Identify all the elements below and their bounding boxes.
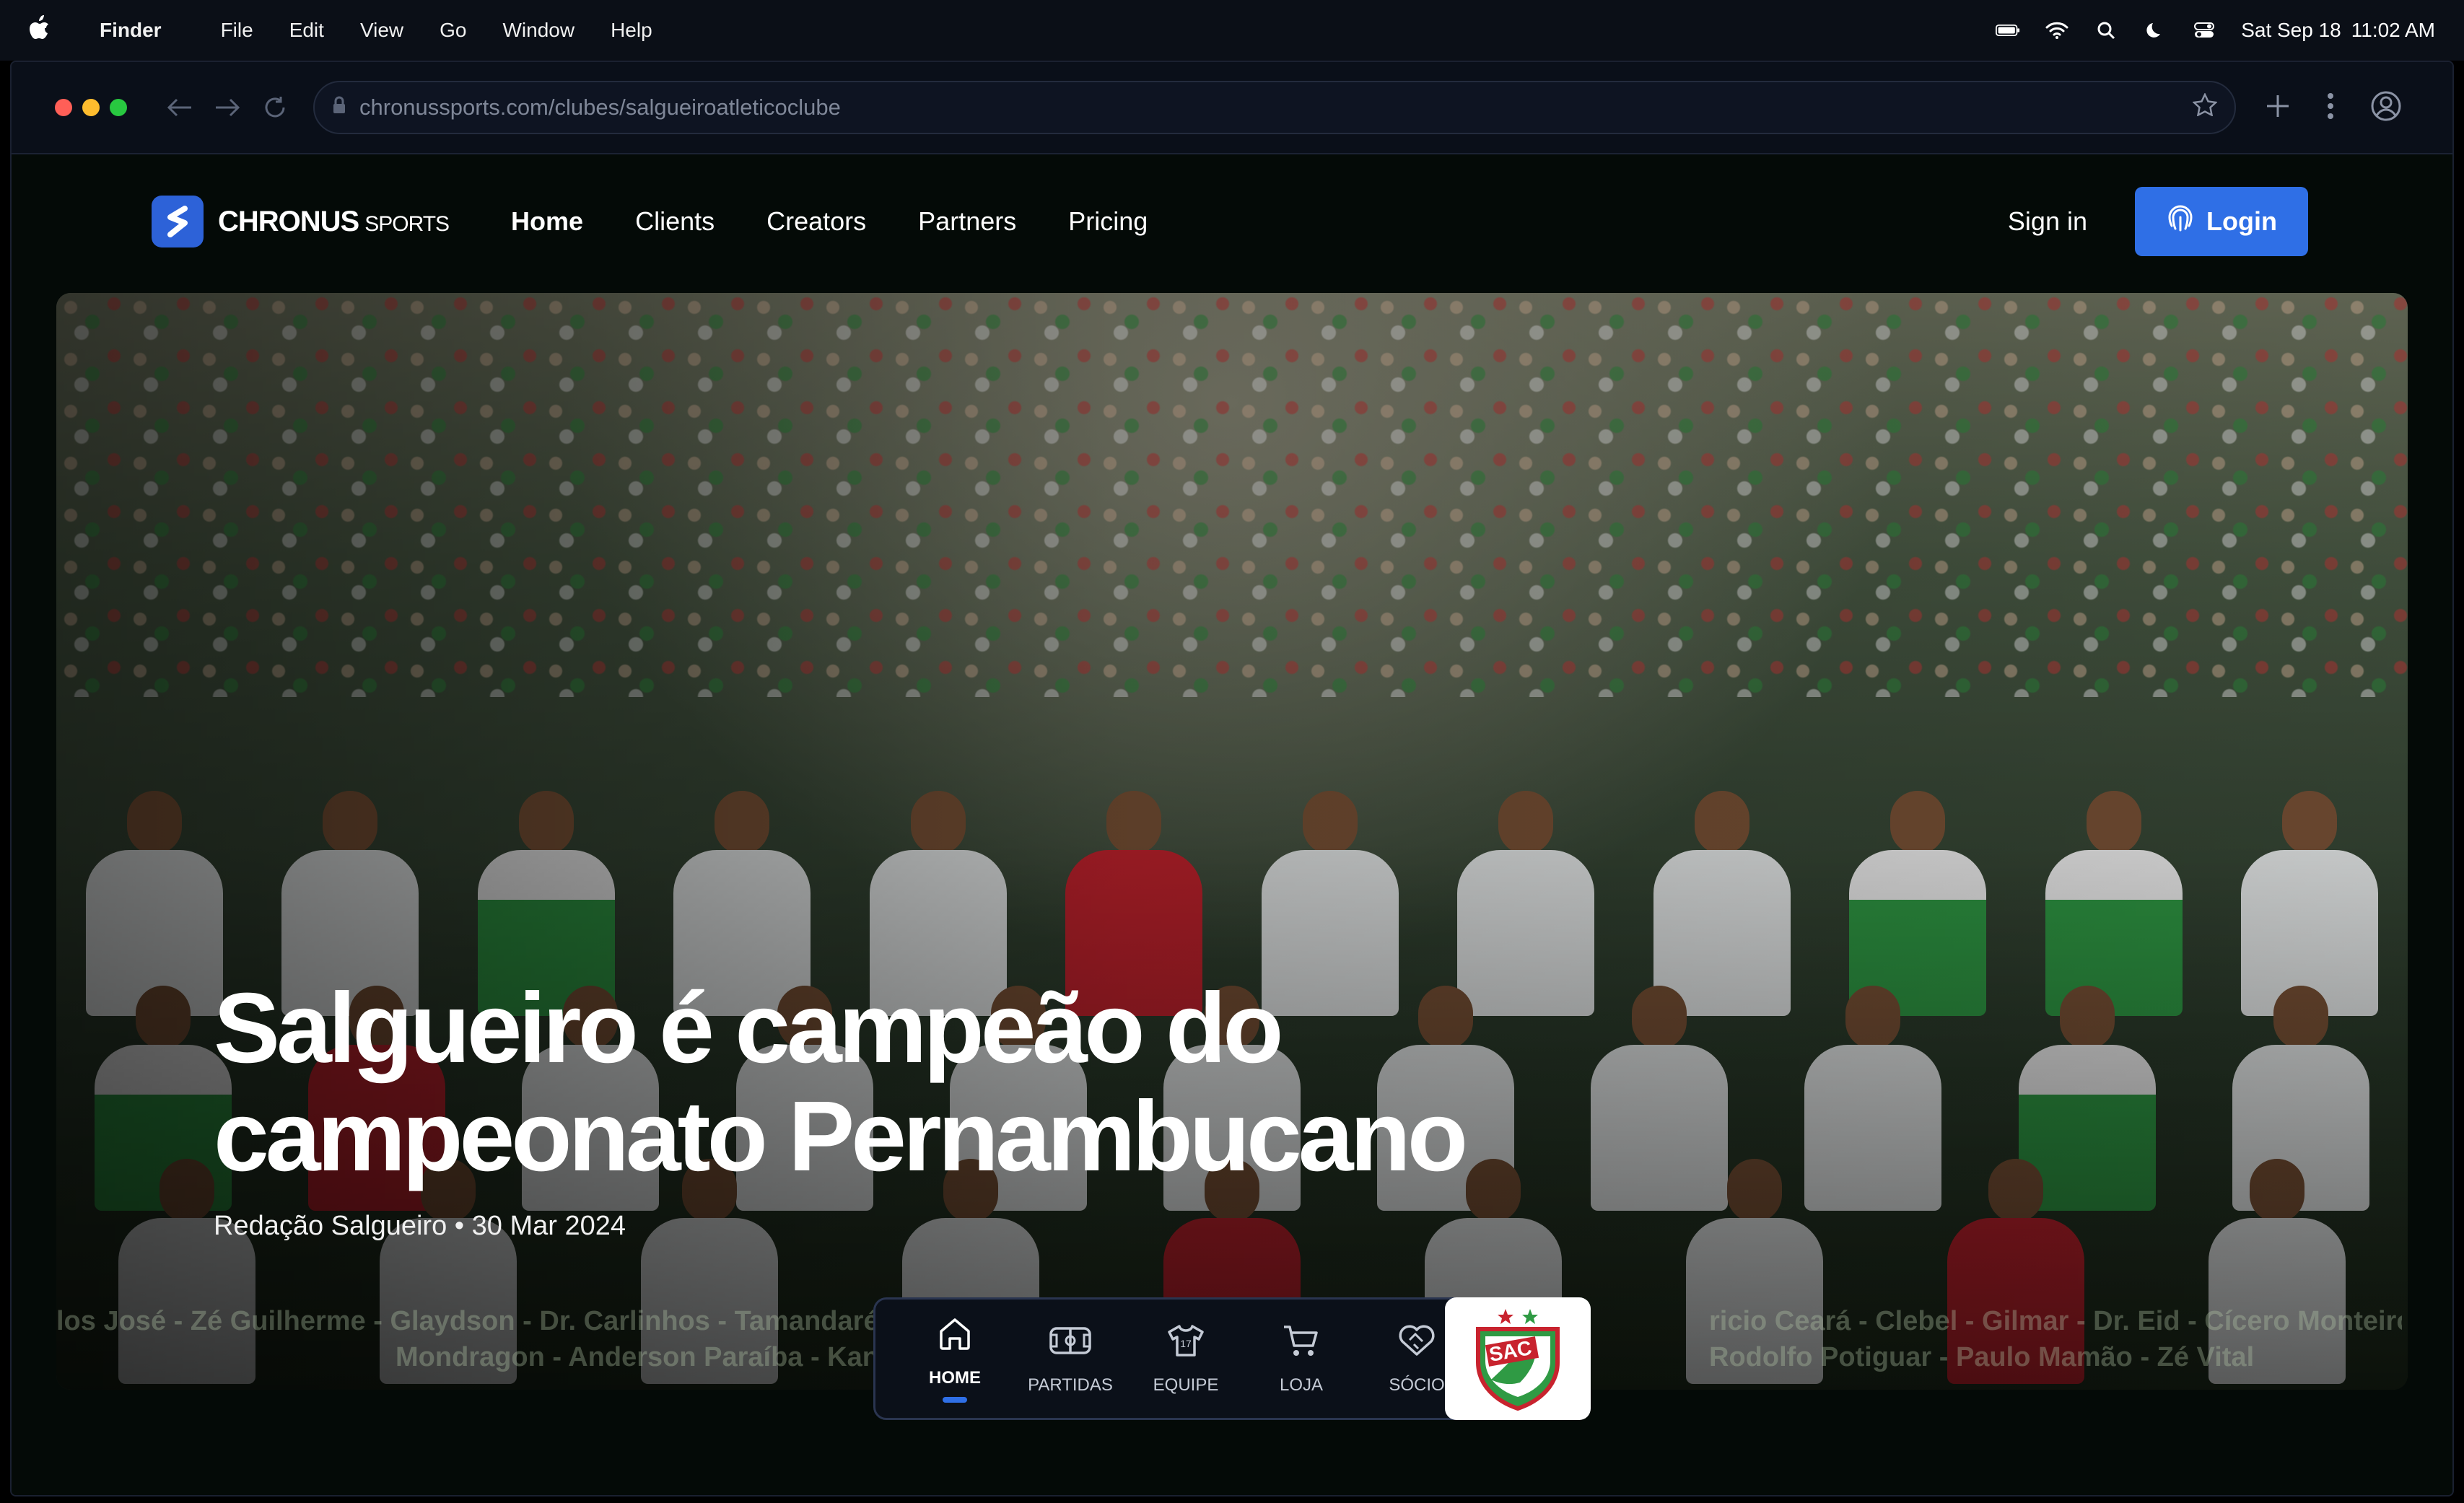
tab-socio-label: SÓCIO <box>1389 1375 1445 1395</box>
brand-logo[interactable]: CHRONUS SPORTS <box>152 196 450 247</box>
fingerprint-icon <box>2166 204 2195 240</box>
login-button[interactable]: Login <box>2135 187 2308 256</box>
nav-clients[interactable]: Clients <box>635 206 715 237</box>
menu-view[interactable]: View <box>360 19 403 42</box>
chronus-logo-icon <box>152 196 204 247</box>
menu-go[interactable]: Go <box>440 19 466 42</box>
more-menu-icon[interactable] <box>2327 92 2334 124</box>
hero-photo[interactable]: los José - Zé Guilherme - Glaydson - Dr.… <box>56 293 2408 1390</box>
menu-help[interactable]: Help <box>611 19 652 42</box>
jersey-icon: 17 <box>1166 1323 1205 1364</box>
address-bar[interactable]: chronussports.com/clubes/salgueiroatleti… <box>313 81 2236 134</box>
sponsor-banner-right: ricio Ceará - Clebel - Gilmar - Dr. Eid … <box>1709 1303 2402 1375</box>
tab-home-label: HOME <box>929 1367 981 1388</box>
battery-icon[interactable] <box>1996 20 2020 40</box>
menu-app-name[interactable]: Finder <box>100 19 162 42</box>
tab-partidas-label: PARTIDAS <box>1028 1375 1113 1395</box>
article-meta: Redação Salgueiro • 30 Mar 2024 <box>214 1211 626 1242</box>
main-nav: Home Clients Creators Partners Pricing <box>511 206 1148 237</box>
heart-handshake-icon <box>1397 1323 1437 1364</box>
svg-text:17: 17 <box>1180 1338 1192 1349</box>
article-title[interactable]: Salgueiro é campeão do campeonato Pernam… <box>214 974 1657 1191</box>
brand-sub: SPORTS <box>364 211 450 236</box>
tab-loja-label: LOJA <box>1279 1375 1324 1395</box>
reload-icon[interactable] <box>258 91 292 124</box>
new-tab-icon[interactable] <box>2265 93 2291 123</box>
wifi-icon[interactable] <box>2045 20 2069 40</box>
menu-file[interactable]: File <box>221 19 253 42</box>
site-navbar: CHRONUS SPORTS Home Clients Creators Part… <box>12 154 2452 289</box>
login-label: Login <box>2206 206 2277 236</box>
nav-home[interactable]: Home <box>511 206 583 237</box>
tab-home[interactable]: HOME <box>897 1315 1013 1403</box>
profile-icon[interactable] <box>2370 90 2402 126</box>
nav-partners[interactable]: Partners <box>918 206 1016 237</box>
club-tab-bar: HOME PARTIDAS 17 EQUIPE LOJA SÓCIO SAC <box>873 1297 1591 1420</box>
active-tab-indicator <box>943 1396 967 1403</box>
club-crest[interactable]: SAC <box>1445 1297 1591 1420</box>
window-controls <box>55 99 127 116</box>
menu-edit[interactable]: Edit <box>289 19 324 42</box>
banner-right-line1: ricio Ceará - Clebel - Gilmar - Dr. Eid … <box>1709 1306 2402 1336</box>
minimize-window-button[interactable] <box>82 99 100 116</box>
menubar-date[interactable]: Sat Sep 18 <box>2241 19 2341 42</box>
lock-icon <box>332 95 346 120</box>
article-date: 30 Mar 2024 <box>471 1211 626 1241</box>
tab-partidas[interactable]: PARTIDAS <box>1013 1323 1128 1395</box>
nav-creators[interactable]: Creators <box>766 206 866 237</box>
control-center-icon[interactable] <box>2192 20 2216 40</box>
article-title-line1: Salgueiro é campeão do <box>214 973 1283 1084</box>
menu-bar: Finder File Edit View Go Window Help Sat… <box>0 0 2464 61</box>
sac-crest-icon: SAC <box>1476 1309 1560 1411</box>
url-text[interactable]: chronussports.com/clubes/salgueiroatleti… <box>359 95 2193 120</box>
forward-arrow-icon[interactable] <box>211 91 244 124</box>
close-window-button[interactable] <box>55 99 72 116</box>
menu-window[interactable]: Window <box>502 19 575 42</box>
article-title-line2: campeonato Pernambucano <box>214 1081 1468 1192</box>
home-icon <box>937 1315 973 1357</box>
article-author: Redação Salgueiro <box>214 1211 447 1241</box>
bookmark-star-icon[interactable] <box>2192 92 2218 122</box>
tab-equipe-label: EQUIPE <box>1153 1375 1219 1395</box>
meta-separator: • <box>454 1211 472 1241</box>
menubar-time[interactable]: 11:02 AM <box>2351 19 2435 42</box>
brand-name: CHRONUS SPORTS <box>218 205 450 237</box>
banner-right-line2: Rodolfo Potiguar - Paulo Mamão - Zé Vita… <box>1709 1342 2255 1372</box>
cart-icon <box>1282 1323 1321 1364</box>
moon-icon[interactable] <box>2143 20 2167 40</box>
tab-equipe[interactable]: 17 EQUIPE <box>1128 1323 1244 1395</box>
back-arrow-icon[interactable] <box>163 91 196 124</box>
nav-pricing[interactable]: Pricing <box>1068 206 1148 237</box>
maximize-window-button[interactable] <box>110 99 127 116</box>
tab-loja[interactable]: LOJA <box>1244 1323 1359 1395</box>
sign-in-link[interactable]: Sign in <box>2008 206 2087 237</box>
soccer-field-icon <box>1049 1323 1092 1364</box>
spotlight-search-icon[interactable] <box>2094 20 2118 40</box>
browser-toolbar: chronussports.com/clubes/salgueiroatleti… <box>12 62 2452 154</box>
apple-icon[interactable] <box>29 15 51 45</box>
